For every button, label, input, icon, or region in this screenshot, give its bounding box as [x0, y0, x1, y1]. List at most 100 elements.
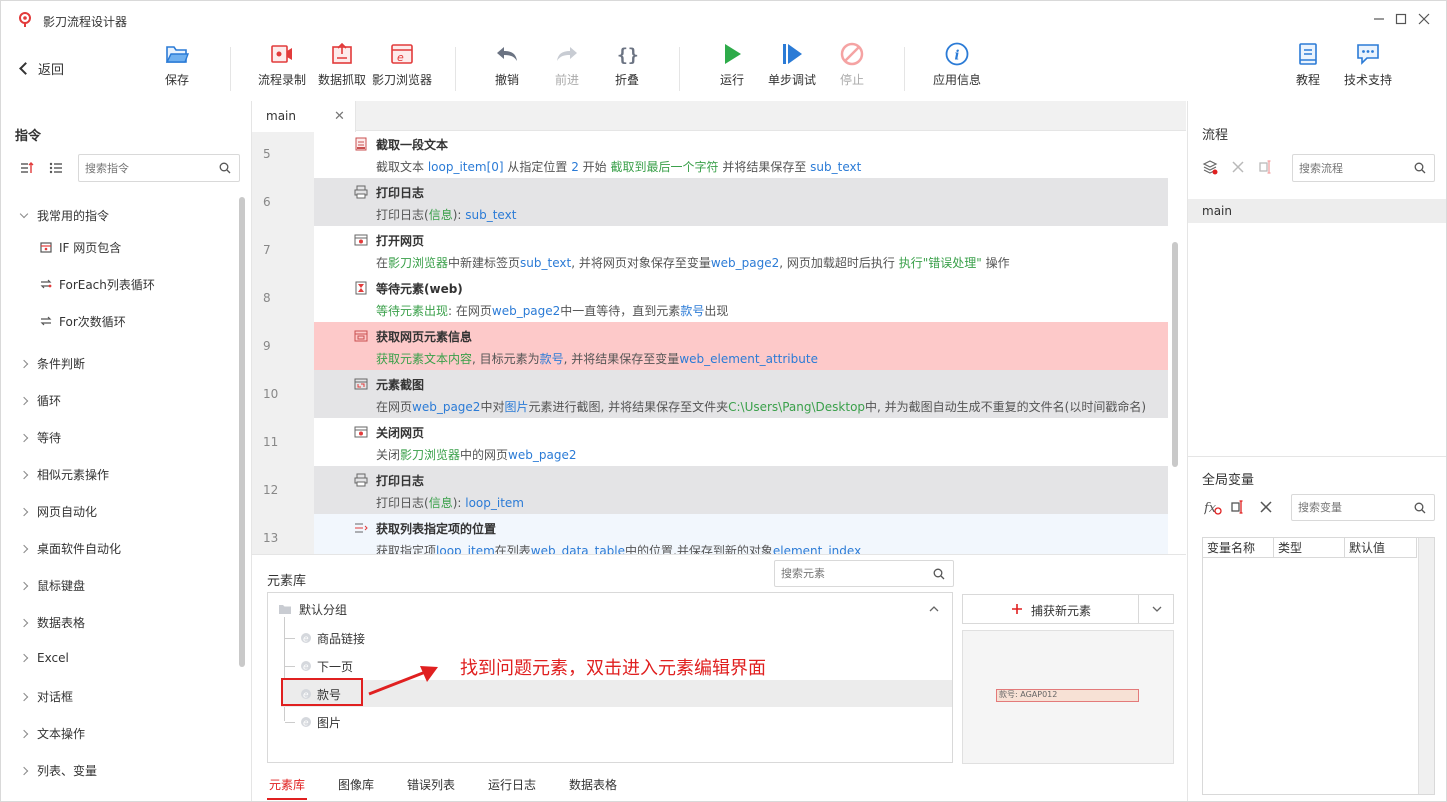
favorite-item-if-web[interactable]: IF 网页包含	[39, 239, 121, 256]
close-tab-icon[interactable]: ✕	[334, 109, 345, 124]
category-item[interactable]: 文本操作	[19, 725, 85, 742]
category-item[interactable]: Excel	[19, 651, 69, 665]
category-item[interactable]: 网页自动化	[19, 503, 97, 520]
step-debug-button[interactable]: 单步调试	[764, 39, 820, 95]
flow-step-body[interactable]: 等待元素(web) 等待元素出现: 在网页web_page2中一直等待，直到元素款…	[314, 274, 1168, 322]
category-item[interactable]: 鼠标键盘	[19, 577, 85, 594]
column-header-type[interactable]: 类型	[1274, 538, 1345, 558]
desc-text: 关闭	[376, 448, 401, 462]
favorite-item-foreach[interactable]: ForEach列表循环	[39, 276, 155, 293]
bottom-tab[interactable]: 错误列表	[407, 776, 455, 793]
element-item[interactable]: 图片	[317, 714, 341, 731]
flow-item-main[interactable]: main	[1188, 199, 1446, 223]
element-search[interactable]	[774, 560, 954, 587]
flow-step-row[interactable]: 11 关闭网页 关闭影刀浏览器中的网页web_page2	[252, 418, 1168, 466]
stop-button[interactable]: 停止	[824, 39, 880, 95]
book-icon	[1299, 43, 1317, 65]
variable-scrollbar[interactable]	[1418, 538, 1434, 794]
column-header-default[interactable]: 默认值	[1345, 538, 1417, 558]
bottom-tab[interactable]: 数据表格	[569, 776, 617, 793]
chevron-down-icon[interactable]	[1152, 606, 1162, 613]
undo-button[interactable]: 撤销	[479, 39, 535, 95]
element-search-input[interactable]	[775, 561, 953, 586]
flow-step-name: 获取列表指定项的位置	[376, 522, 497, 536]
category-item[interactable]: 对话框	[19, 688, 73, 705]
flow-step-body[interactable]: 获取列表指定项的位置 获取指定项loop_item在列表web_data_tabl…	[314, 514, 1168, 554]
flow-step-body[interactable]: 打印日志 打印日志(信息): loop_item	[314, 466, 1168, 514]
flow-step-body[interactable]: 获取网页元素信息 获取元素文本内容, 目标元素为款号, 并将结果保存至变量web_…	[314, 322, 1168, 370]
category-item[interactable]: 等待	[19, 429, 61, 446]
rename-flow-icon[interactable]	[1258, 159, 1274, 175]
support-button[interactable]: 技术支持	[1339, 39, 1397, 95]
bottom-tab[interactable]: 元素库	[269, 776, 305, 793]
bottom-tab[interactable]: 图像库	[338, 776, 374, 793]
flow-step-row[interactable]: 6 打印日志 打印日志(信息): sub_text	[252, 178, 1168, 226]
flow-step-body[interactable]: 打开网页 在影刀浏览器中新建标签页sub_text, 并将网页对象保存至变量web…	[314, 226, 1168, 274]
sort-icon[interactable]	[19, 160, 35, 176]
preview-snapshot: 款号: AGAP012	[996, 689, 1139, 702]
redo-button[interactable]: 前进	[539, 39, 595, 95]
flow-step-row[interactable]: 9 获取网页元素信息 获取元素文本内容, 目标元素为款号, 并将结果保存至变量web…	[252, 322, 1168, 370]
chevron-right-icon	[19, 653, 29, 663]
panel-divider	[1188, 456, 1446, 457]
capture-element-button[interactable]: 捕获新元素	[962, 594, 1174, 624]
element-group[interactable]: 默认分组	[299, 601, 347, 618]
browser-button[interactable]: e 影刀浏览器	[370, 39, 434, 95]
category-item[interactable]: 条件判断	[19, 355, 85, 372]
command-search[interactable]	[78, 154, 240, 182]
fold-button[interactable]: {} 折叠	[599, 39, 655, 95]
flow-search[interactable]	[1292, 154, 1435, 182]
favorite-item-for[interactable]: For次数循环	[39, 313, 126, 330]
list-icon[interactable]	[48, 160, 64, 176]
record-button[interactable]: 流程录制	[252, 39, 312, 95]
tab-main[interactable]: main ✕	[252, 101, 356, 132]
category-favorites[interactable]: 我常用的指令	[19, 207, 109, 224]
capture-data-button[interactable]: 数据抓取	[313, 39, 371, 95]
maximize-icon[interactable]	[1391, 9, 1411, 29]
flow-step-body[interactable]: 元素截图 在网页web_page2中对图片元素进行截图, 并将结果保存至文件夹C:…	[314, 370, 1168, 418]
flow-step-row[interactable]: 10 元素截图 在网页web_page2中对图片元素进行截图, 并将结果保存至文件夹…	[252, 370, 1168, 418]
column-header-name[interactable]: 变量名称	[1203, 538, 1274, 558]
variable-search[interactable]	[1291, 494, 1435, 521]
save-button[interactable]: 保存	[147, 39, 207, 95]
variable-token: web_page2	[710, 256, 780, 270]
add-variable-icon[interactable]: fx	[1204, 499, 1222, 515]
left-scrollbar[interactable]	[239, 197, 245, 667]
bottom-tab[interactable]: 运行日志	[488, 776, 536, 793]
rename-variable-icon[interactable]	[1230, 499, 1246, 515]
flow-step-body[interactable]: 关闭网页 关闭影刀浏览器中的网页web_page2	[314, 418, 1168, 466]
flow-search-input[interactable]	[1293, 155, 1434, 181]
flow-step-body[interactable]: 打印日志 打印日志(信息): sub_text	[314, 178, 1168, 226]
element-item[interactable]: 下一页	[317, 658, 353, 675]
flow-step-description: 等待元素出现: 在网页web_page2中一直等待，直到元素款号出现	[376, 302, 728, 319]
tutorial-button[interactable]: 教程	[1281, 39, 1335, 95]
flow-step-row[interactable]: 7 打开网页 在影刀浏览器中新建标签页sub_text, 并将网页对象保存至变量we…	[252, 226, 1168, 274]
flow-step-row[interactable]: 8 等待元素(web) 等待元素出现: 在网页web_page2中一直等待，直到元素…	[252, 274, 1168, 322]
back-button[interactable]: 返回	[19, 59, 64, 78]
app-info-button[interactable]: i 应用信息	[926, 39, 988, 95]
desc-text: 在列表	[494, 544, 531, 554]
web-close-icon	[354, 426, 368, 438]
delete-variable-icon[interactable]	[1258, 499, 1274, 515]
category-item[interactable]: 桌面软件自动化	[19, 540, 121, 557]
flow-step-row[interactable]: 13 获取列表指定项的位置 获取指定项loop_item在列表web_data_ta…	[252, 514, 1168, 554]
command-search-input[interactable]	[79, 155, 239, 181]
variable-search-input[interactable]	[1292, 495, 1434, 520]
run-button[interactable]: 运行	[704, 39, 760, 95]
category-item[interactable]: 列表、变量	[19, 762, 97, 779]
category-item[interactable]: 数据表格	[19, 614, 85, 631]
active-tab-underline	[267, 798, 307, 800]
svg-text:{}: {}	[617, 45, 639, 66]
add-flow-icon[interactable]	[1202, 159, 1218, 175]
chevron-up-icon[interactable]	[929, 605, 939, 613]
minimize-icon[interactable]	[1369, 9, 1389, 29]
close-window-icon[interactable]	[1414, 9, 1434, 29]
category-item[interactable]: 相似元素操作	[19, 466, 109, 483]
element-item[interactable]: 商品链接	[317, 630, 365, 647]
flow-scrollbar[interactable]	[1172, 242, 1178, 467]
flow-step-body[interactable]: 截取一段文本 截取文本 loop_item[0] 从指定位置 2 开始 截取到最后…	[314, 132, 1168, 178]
delete-flow-icon[interactable]	[1230, 159, 1246, 175]
category-item[interactable]: 循环	[19, 392, 61, 409]
flow-step-row[interactable]: 5 截取一段文本 截取文本 loop_item[0] 从指定位置 2 开始 截取到最…	[252, 132, 1168, 178]
flow-step-row[interactable]: 12 打印日志 打印日志(信息): loop_item	[252, 466, 1168, 514]
